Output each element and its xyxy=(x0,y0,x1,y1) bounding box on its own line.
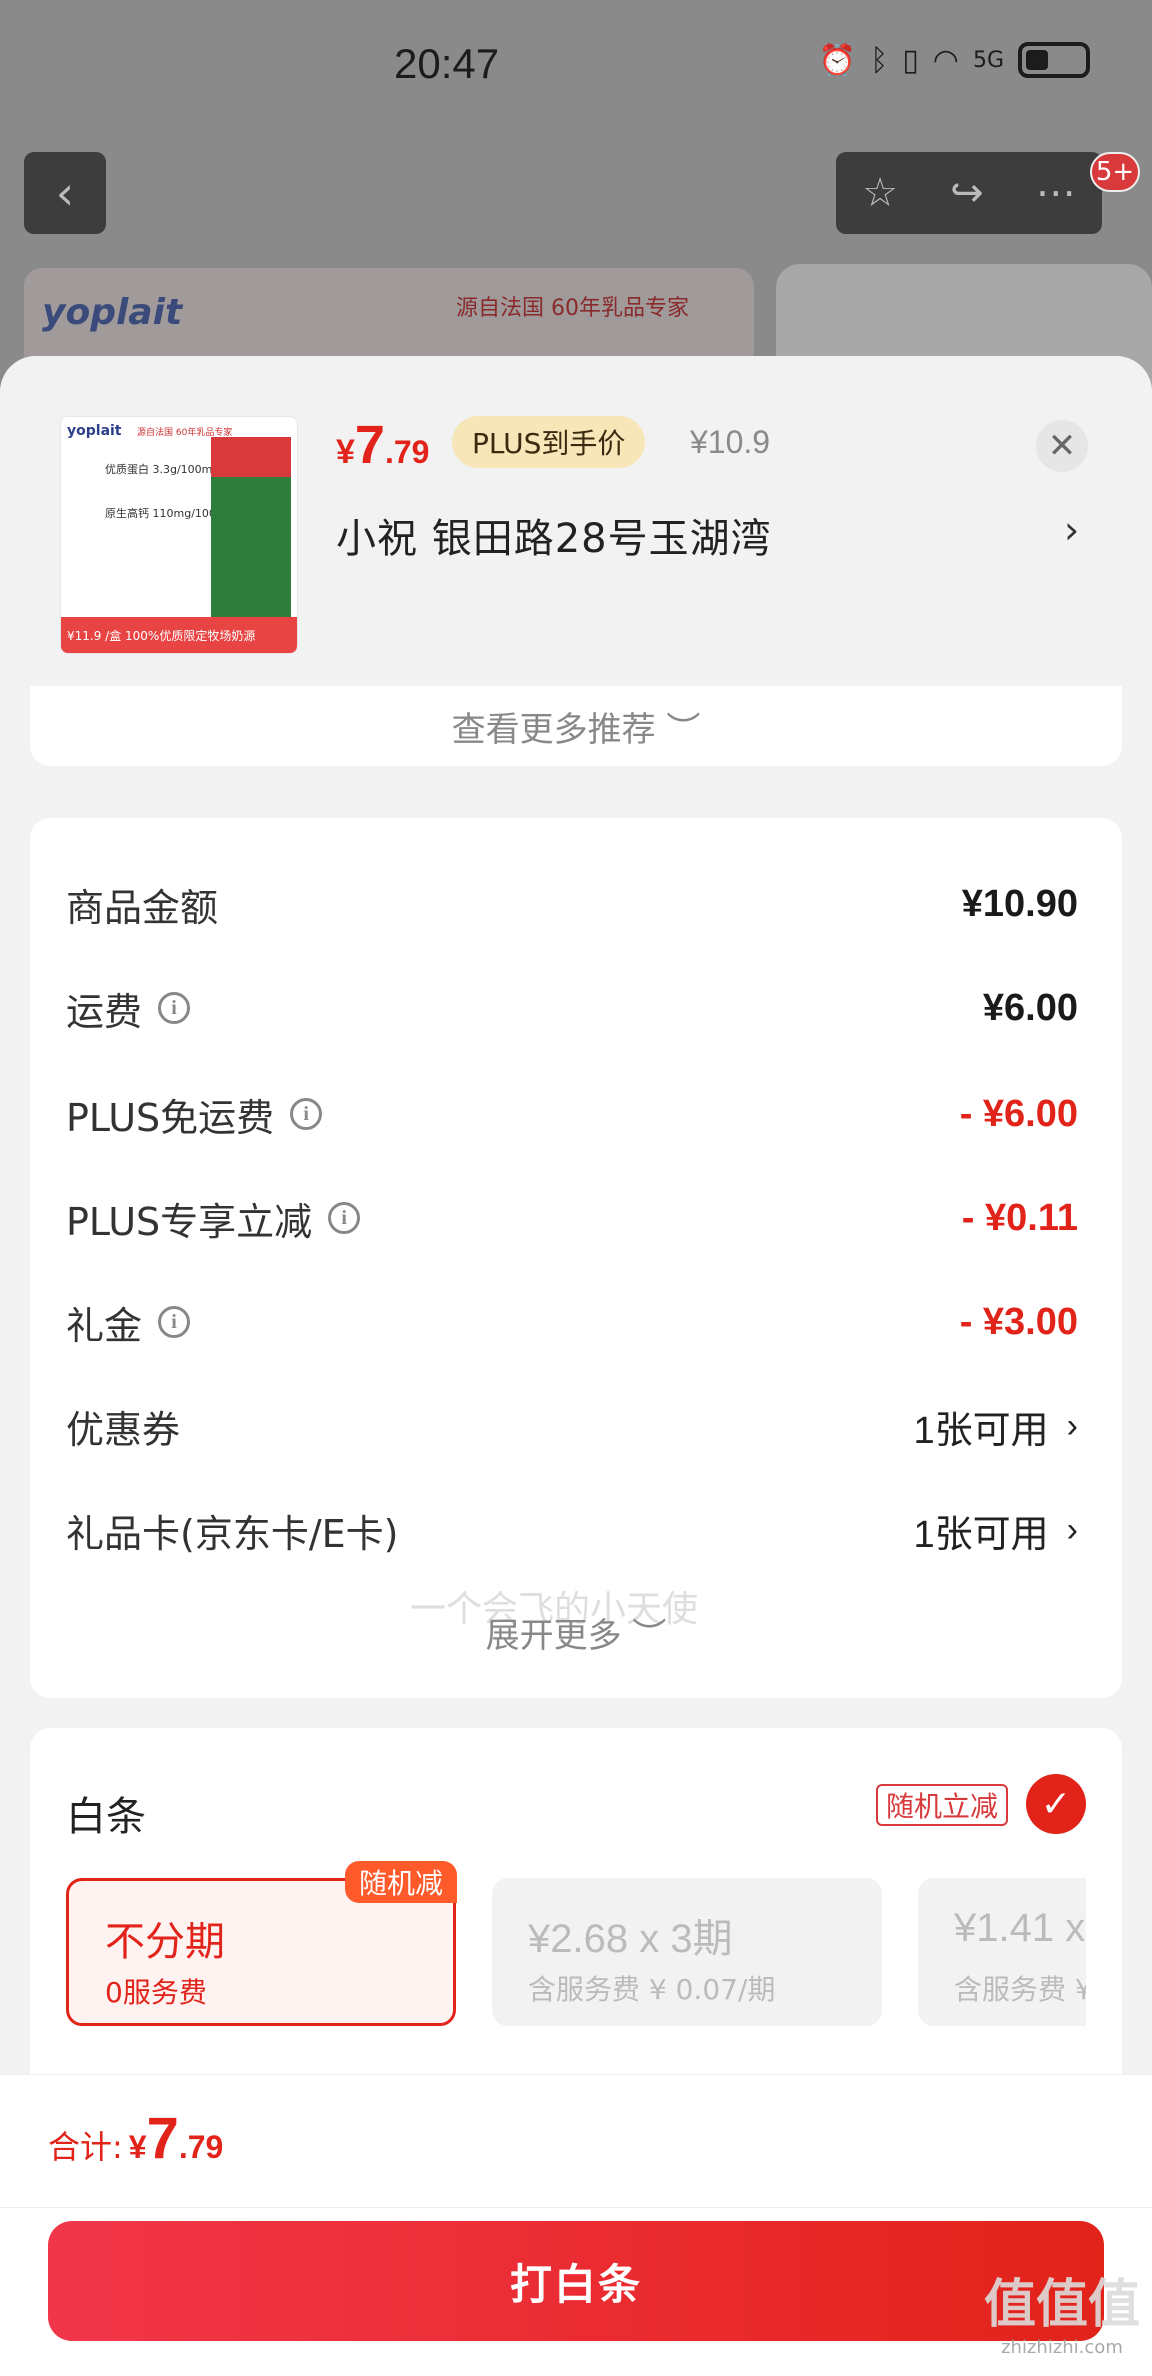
row-label-wrap: 运费 i xyxy=(66,981,191,1036)
pay-baitiao-button[interactable]: 打白条 xyxy=(48,2221,1104,2341)
row-value: ¥6.00 xyxy=(982,986,1078,1029)
plan-title: ¥2.68 x 3期 xyxy=(528,1917,733,1961)
row-gift-card[interactable]: 礼品卡(京东卡/E卡) 1张可用 › xyxy=(66,1500,1078,1560)
row-value: - ¥3.00 xyxy=(959,1300,1078,1343)
row-label-wrap: PLUS专享立减 i xyxy=(66,1191,361,1246)
site-watermark: 值值值 zhizhizhi.com xyxy=(984,2262,1140,2358)
amount-card: 商品金额 ¥10.90 运费 i ¥6.00 PLUS免运费 i - ¥6.00 P… xyxy=(30,818,1122,1698)
wifi-icon: ◠ xyxy=(932,42,959,78)
site-watermark-logo: 值值值 xyxy=(983,2275,1140,2335)
plan-3-installments[interactable]: ¥2.68 x 3期 含服务费 ¥ 0.07/期 xyxy=(492,1878,882,2026)
row-label: 商品金额 xyxy=(66,885,219,930)
battery-icon xyxy=(1018,42,1090,78)
chevron-left-icon: ‹ xyxy=(55,166,75,220)
plan-title: 不分期 xyxy=(105,1919,225,1965)
product-price: ¥ 7 .79 xyxy=(336,414,429,476)
plan-subtitle: 含服务费 ¥ xyxy=(954,1973,1086,2006)
row-label-wrap: 礼金 i xyxy=(66,1295,191,1350)
share-icon[interactable]: ↪ xyxy=(950,170,984,216)
alarm-icon: ⏰ xyxy=(818,42,857,78)
chevron-right-icon: › xyxy=(1066,1510,1078,1549)
row-label-wrap: PLUS免运费 i xyxy=(66,1087,323,1142)
message-badge: 5+ xyxy=(1090,152,1140,192)
plan-more-installments[interactable]: ¥1.41 x 含服务费 ¥ xyxy=(918,1878,1086,2026)
info-icon[interactable]: i xyxy=(158,1306,191,1338)
status-time: 20:47 xyxy=(394,40,500,87)
nav-actions: ☆ ↪ ⋯ xyxy=(836,152,1102,234)
footer-divider xyxy=(0,2207,1152,2208)
total-label: 合计: xyxy=(48,2128,123,2166)
row-label: 优惠券 xyxy=(66,1407,181,1452)
info-icon[interactable]: i xyxy=(158,992,191,1024)
status-icons: ⏰ ᛒ ▯ ◠ 5G xyxy=(819,42,1090,78)
price-dec: .79 xyxy=(384,434,430,470)
product-thumbnail[interactable]: yoplait 源自法国 60年乳品专家 优质蛋白 3.3g/100ml 原生高… xyxy=(60,416,298,654)
row-gift-money: 礼金 i - ¥3.00 xyxy=(66,1292,1078,1352)
plan-title: ¥1.41 x xyxy=(954,1906,1086,1950)
chevron-right-icon[interactable]: › xyxy=(1064,508,1079,552)
site-watermark-url: zhizhizhi.com xyxy=(1001,2337,1123,2358)
plus-price-tag: PLUS到手价 xyxy=(452,416,646,468)
expand-more-link[interactable]: 展开更多 ︶ xyxy=(30,1608,1122,1657)
milk-carton-top xyxy=(211,437,291,477)
price-int: 7 xyxy=(354,415,385,475)
plan-badge: 随机减 xyxy=(344,1861,457,1903)
checkout-footer: 合计: ¥ 7 .79 打白条 值值值 zhizhizhi.com xyxy=(0,2074,1152,2376)
row-value-wrap: 1张可用 › xyxy=(914,1399,1078,1454)
total-dec: .79 xyxy=(178,2129,224,2165)
more-icon[interactable]: ⋯ xyxy=(1036,170,1076,216)
row-value: - ¥0.11 xyxy=(961,1196,1078,1239)
star-icon[interactable]: ☆ xyxy=(862,170,898,216)
brand-slogan: 源自法国 60年乳品专家 xyxy=(456,296,689,321)
checkout-sheet: yoplait 源自法国 60年乳品专家 优质蛋白 3.3g/100ml 原生高… xyxy=(0,356,1152,2376)
row-label: PLUS专享立减 xyxy=(66,1199,313,1244)
delivery-address[interactable]: 小祝 银田路28号玉湖湾 xyxy=(336,506,772,564)
vibrate-icon: ▯ xyxy=(902,42,919,78)
row-goods-amount: 商品金额 ¥10.90 xyxy=(66,874,1078,934)
row-value: ¥10.90 xyxy=(961,882,1078,925)
thumb-protein: 优质蛋白 3.3g/100ml xyxy=(105,463,216,476)
row-shipping: 运费 i ¥6.00 xyxy=(66,978,1078,1038)
close-icon: ✕ xyxy=(1047,426,1077,466)
row-value: 1张可用 xyxy=(913,1513,1049,1556)
product-header: yoplait 源自法国 60年乳品专家 优质蛋白 3.3g/100ml 原生高… xyxy=(0,356,1152,686)
row-label: PLUS免运费 xyxy=(66,1095,275,1140)
chevron-right-icon: › xyxy=(1066,1406,1078,1445)
row-label: 礼金 xyxy=(66,1303,143,1348)
row-label: 礼品卡(京东卡/E卡) xyxy=(66,1511,399,1556)
bluetooth-icon: ᛒ xyxy=(870,42,889,78)
plan-no-installment[interactable]: 不分期 0服务费 随机减 xyxy=(66,1861,457,2026)
more-recommend-link[interactable]: 查看更多推荐 ︶ xyxy=(30,686,1122,766)
row-value: 1张可用 xyxy=(913,1409,1049,1452)
row-coupon[interactable]: 优惠券 1张可用 › xyxy=(66,1396,1078,1456)
row-plus-discount: PLUS专享立减 i - ¥0.11 xyxy=(66,1188,1078,1248)
total-int: 7 xyxy=(146,2106,179,2171)
row-value-wrap: 1张可用 › xyxy=(914,1503,1078,1558)
thumb-brand: yoplait xyxy=(67,423,122,439)
thumb-footer: ¥11.9 /盒 100%优质限定牧场奶源 xyxy=(61,617,297,653)
close-button[interactable]: ✕ xyxy=(1036,420,1088,472)
plan-subtitle: 含服务费 ¥ 0.07/期 xyxy=(528,1973,776,2006)
brand-logo: yoplait xyxy=(42,292,183,333)
original-price: ¥10.9 xyxy=(690,424,771,460)
total-yen: ¥ xyxy=(128,2129,147,2165)
row-value: - ¥6.00 xyxy=(959,1092,1078,1135)
signal-icon: 5G xyxy=(972,47,1004,73)
row-label: 运费 xyxy=(66,989,143,1034)
status-bar: 20:47 ⏰ ᛒ ▯ ◠ 5G xyxy=(0,0,1152,130)
info-icon[interactable]: i xyxy=(290,1098,323,1130)
order-total: 合计: ¥ 7 .79 xyxy=(48,2105,223,2172)
plan-subtitle: 0服务费 xyxy=(105,1976,207,2009)
row-plus-free-shipping: PLUS免运费 i - ¥6.00 xyxy=(66,1084,1078,1144)
back-button[interactable]: ‹ xyxy=(24,152,106,234)
price-yen: ¥ xyxy=(336,433,355,471)
info-icon[interactable]: i xyxy=(328,1202,361,1234)
